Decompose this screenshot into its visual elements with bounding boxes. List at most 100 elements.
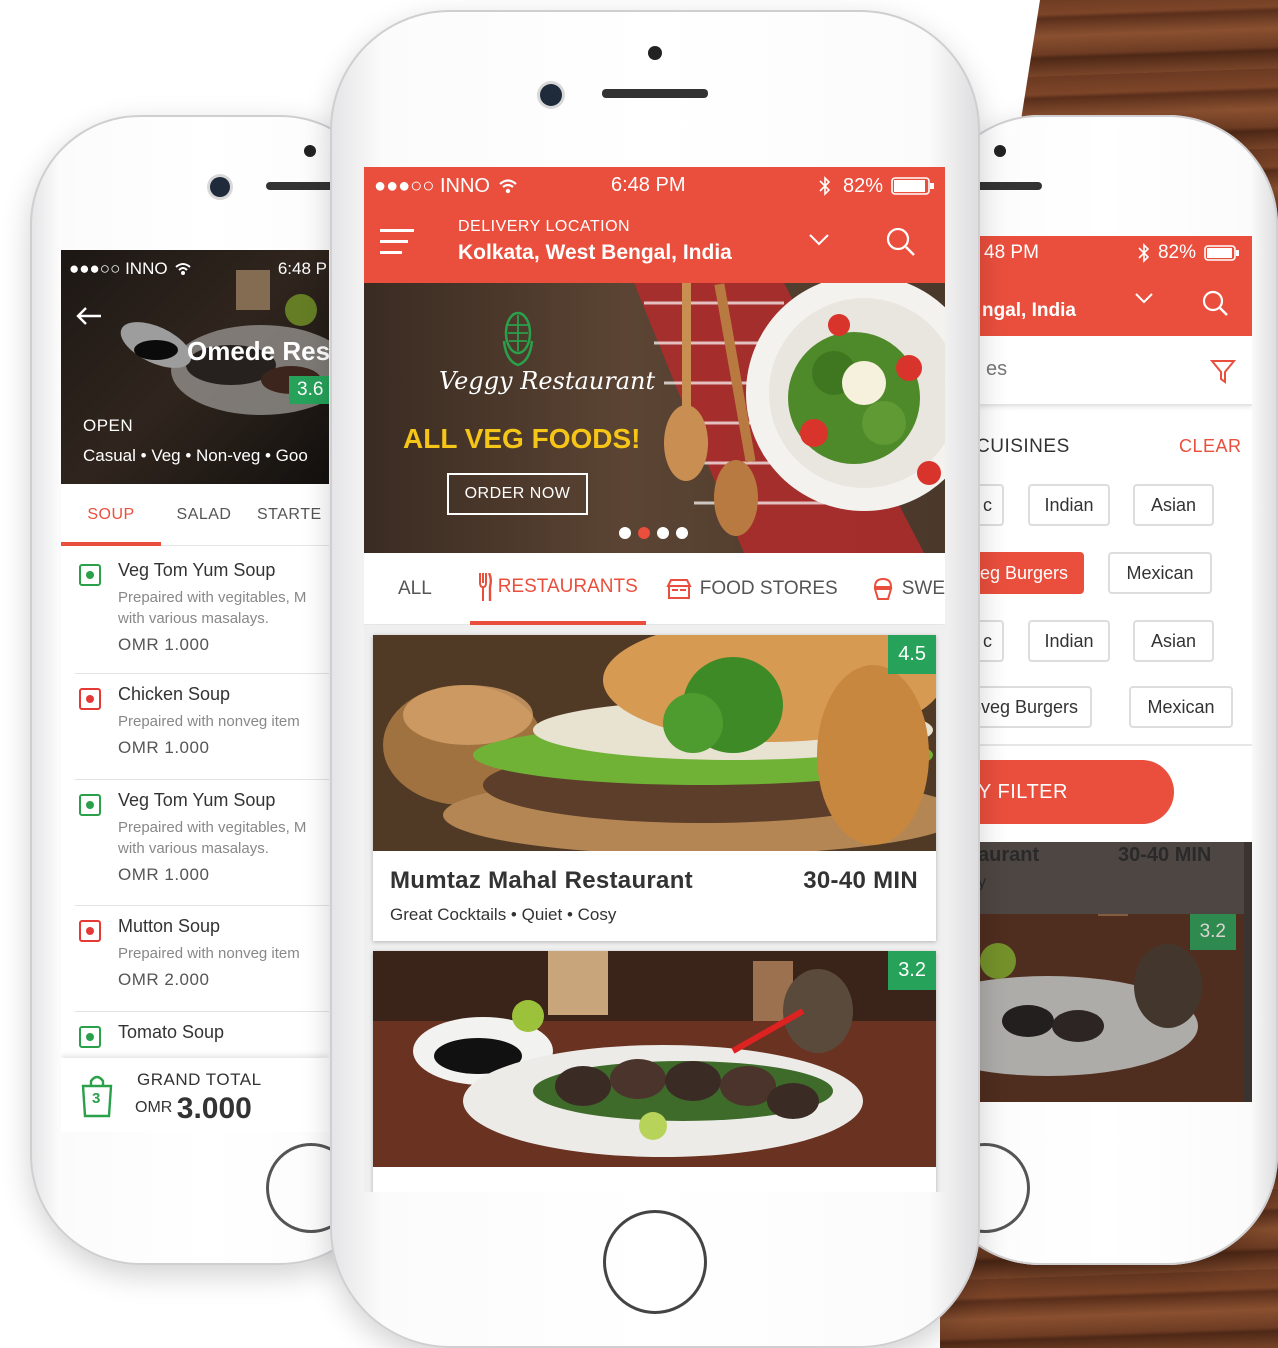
tab-soup[interactable]: SOUP <box>61 484 161 546</box>
order-now-button[interactable]: ORDER NOW <box>447 473 588 515</box>
tab-restaurants[interactable]: RESTAURANTS <box>469 553 646 625</box>
item-price: OMR 1.000 <box>118 635 210 654</box>
burger-photo <box>373 635 936 851</box>
currency: OMR <box>135 1099 173 1116</box>
menu-list: Veg Tom Yum Soup Prepaired with vegitabl… <box>61 550 329 1072</box>
veg-indicator-icon <box>79 794 101 816</box>
delivery-location-label: DELIVERY LOCATION <box>458 218 631 235</box>
status-battery: 82% <box>842 174 883 197</box>
delivery-location[interactable]: Kolkata, West Bengal, India <box>458 241 732 265</box>
item-description: Prepaired with nonveg item <box>118 945 300 962</box>
status-time: 6:48 PM <box>611 174 686 196</box>
menu-item[interactable]: Chicken Soup Prepaired with nonveg item … <box>75 674 329 780</box>
front-camera <box>540 84 562 106</box>
veg-indicator-icon <box>79 564 101 586</box>
cuisine-chip[interactable]: Indian <box>1028 620 1110 662</box>
cuisine-chip[interactable]: Mexican <box>1108 552 1212 594</box>
status-battery: 82% <box>1157 242 1196 263</box>
corn-logo-icon <box>498 311 538 367</box>
tab-restaurants-label: RESTAURANTS <box>497 575 638 597</box>
item-description-2: with various masalays. <box>118 610 269 627</box>
carousel-dot-active[interactable] <box>638 527 650 539</box>
store-icon <box>666 578 692 600</box>
restaurant-card[interactable]: 3.2 <box>373 951 936 1192</box>
cuisine-chip-active[interactable]: eg Burgers <box>968 552 1084 594</box>
restaurant-tags: Great Cocktails • Quiet • Cosy <box>390 905 617 924</box>
tab-starters[interactable]: STARTE <box>257 506 322 524</box>
back-arrow-icon[interactable] <box>75 306 103 326</box>
menu-item[interactable]: Veg Tom Yum Soup Prepaired with vegitabl… <box>75 550 329 674</box>
banner-headline: ALL VEG FOODS! <box>403 423 641 454</box>
status-carrier: ●●●○○ INNO <box>69 259 168 278</box>
item-name: Veg Tom Yum Soup <box>118 560 276 580</box>
filter-screen: 3.2 aurant 30-40 MIN y 48 PM 82% ngal, I… <box>968 236 1252 1102</box>
cuisine-chip[interactable]: Mexican <box>1129 686 1233 728</box>
carousel-dots[interactable] <box>619 527 688 539</box>
wifi-icon <box>498 178 518 194</box>
wifi-icon <box>174 262 192 276</box>
search-icon[interactable] <box>886 227 916 257</box>
restaurant-list: 4.5 Mumtaz Mahal Restaurant 30-40 MIN Gr… <box>364 625 945 1192</box>
grand-total-value: OMR 3.000 <box>135 1092 252 1126</box>
item-name: Veg Tom Yum Soup <box>118 790 276 810</box>
item-name: Mutton Soup <box>118 916 221 936</box>
filter-panel: es CUISINES CLEAR c Indian Asian eg Burg… <box>968 336 1252 842</box>
sensor-dot <box>648 46 662 60</box>
search-input[interactable]: es <box>986 358 1007 381</box>
tab-sweets-label: SWE <box>901 577 945 599</box>
search-icon[interactable] <box>1202 290 1228 316</box>
home-button[interactable] <box>603 1210 707 1314</box>
item-price: OMR 2.000 <box>118 970 210 989</box>
tab-all[interactable]: ALL <box>398 578 446 600</box>
status-time: 6:48 P <box>277 259 327 278</box>
status-carrier: ●●●○○ INNO <box>374 174 490 197</box>
carousel-dot[interactable] <box>619 527 631 539</box>
shopping-bag-icon: 3 <box>79 1072 115 1118</box>
rating-badge: 3.2 <box>888 951 936 990</box>
delivery-time: 30-40 MIN <box>803 867 918 894</box>
rating-badge: 4.5 <box>888 635 936 674</box>
promo-banner[interactable]: Veggy Restaurant ALL VEG FOODS! ORDER NO… <box>364 283 945 553</box>
menu-item[interactable]: Mutton Soup Prepaired with nonveg item O… <box>75 906 329 1012</box>
app-header: ●●●○○ INNO 6:48 PM 82% DELIVERY LOCATION… <box>364 167 945 283</box>
item-description-2: with various masalays. <box>118 840 269 857</box>
cuisines-label: CUISINES <box>976 436 1070 457</box>
tab-sweets[interactable]: SWE <box>872 577 945 601</box>
restaurant-card[interactable]: 4.5 Mumtaz Mahal Restaurant 30-40 MIN Gr… <box>373 635 936 941</box>
item-price: OMR 1.000 <box>118 738 210 757</box>
cart-bar[interactable]: 3 GRAND TOTAL OMR 3.000 <box>61 1058 329 1132</box>
bluetooth-icon <box>1138 243 1150 263</box>
home-screen: ●●●○○ INNO 6:48 PM 82% DELIVERY LOCATION… <box>364 167 945 1192</box>
tab-food-stores[interactable]: FOOD STORES <box>666 578 838 600</box>
cuisine-chip[interactable]: -veg Burgers <box>968 686 1092 728</box>
sensor-dot <box>304 145 316 157</box>
location-text[interactable]: ngal, India <box>982 300 1076 322</box>
tab-salad[interactable]: SALAD <box>161 506 247 524</box>
cuisine-chip[interactable]: Asian <box>1133 620 1214 662</box>
search-bar[interactable]: es <box>968 336 1252 406</box>
grand-total-label: GRAND TOTAL <box>137 1070 262 1089</box>
chevron-down-icon[interactable] <box>1134 292 1154 304</box>
menu-category-tabs: SOUP SALAD STARTE <box>61 484 329 546</box>
menu-screen: ●●●○○ INNO 6:48 P Omede Res 3.6 OPEN Cas… <box>61 250 329 1132</box>
chevron-down-icon[interactable] <box>808 233 830 247</box>
restaurant-name: Mumtaz Mahal Restaurant <box>390 867 693 894</box>
cuisine-chip[interactable]: Indian <box>1028 484 1110 526</box>
battery-icon <box>1204 245 1240 261</box>
apply-filter-button[interactable]: Y FILTER <box>968 760 1174 824</box>
filter-funnel-icon[interactable] <box>1210 358 1236 384</box>
speaker-grille <box>602 89 708 98</box>
menu-item[interactable]: Veg Tom Yum Soup Prepaired with vegitabl… <box>75 780 329 906</box>
hamburger-menu-icon[interactable] <box>380 229 414 255</box>
item-description: Prepaired with vegitables, M <box>118 589 307 606</box>
bg-card-name: aurant <box>978 844 1040 866</box>
rating-badge: 3.6 <box>289 376 329 404</box>
item-name: Tomato Soup <box>118 1022 225 1042</box>
carousel-dot[interactable] <box>657 527 669 539</box>
category-tabs: ALL RESTAURANTS FOOD STORES SWE <box>364 553 945 625</box>
carousel-dot[interactable] <box>676 527 688 539</box>
cuisine-chip[interactable]: Asian <box>1133 484 1214 526</box>
clear-button[interactable]: CLEAR <box>1179 436 1242 457</box>
sensor-dot <box>994 145 1006 157</box>
divider <box>968 744 1252 746</box>
